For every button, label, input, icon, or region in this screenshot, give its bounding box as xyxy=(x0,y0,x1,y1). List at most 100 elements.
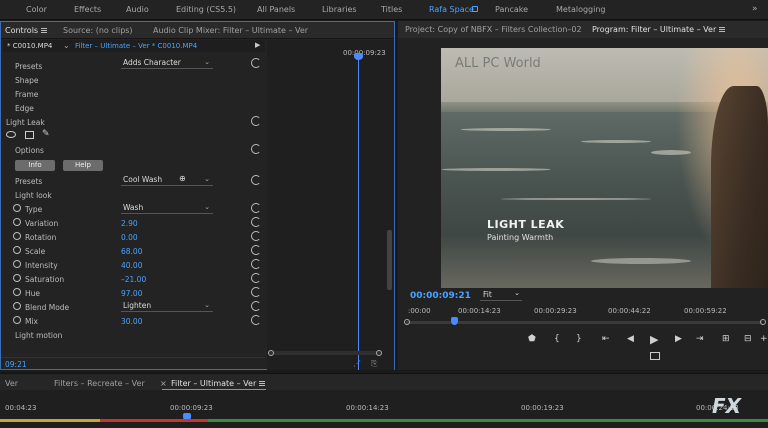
row-shape[interactable]: Shape xyxy=(1,73,265,87)
go-to-in-icon[interactable]: ⇤ xyxy=(602,334,610,344)
vertical-scrollbar[interactable] xyxy=(387,230,392,290)
tab-sequence-ultimate[interactable]: Filter – Ultimate – Ver xyxy=(171,379,266,388)
workspace-tab-color[interactable]: Color xyxy=(26,5,47,14)
fit-dropdown[interactable]: Fit ⌄ xyxy=(480,289,522,301)
ellipse-mask-icon[interactable] xyxy=(6,131,16,138)
program-playhead[interactable] xyxy=(451,317,458,325)
intensity-value[interactable]: 40.00 xyxy=(121,261,142,270)
reset-icon[interactable] xyxy=(251,144,261,154)
video-frame[interactable]: ALL PC World LIGHT LEAK Painting Warmth xyxy=(441,48,768,288)
program-time-ruler[interactable]: :00:00 00:00:14:23 00:00:29:23 00:00:44:… xyxy=(406,303,768,321)
sequence-time-ruler[interactable]: 00:04:23 00:00:09:23 00:00:14:23 00:00:1… xyxy=(0,400,768,416)
reset-icon[interactable] xyxy=(251,259,261,269)
workspace-tab-effects[interactable]: Effects xyxy=(74,5,101,14)
workspace-tab-libraries[interactable]: Libraries xyxy=(322,5,357,14)
filter-icon[interactable]: ⋰ xyxy=(353,359,361,368)
reset-icon[interactable] xyxy=(251,245,261,255)
add-marker-icon[interactable]: ⬟ xyxy=(528,334,536,344)
row-edge[interactable]: Edge xyxy=(1,101,265,115)
pen-mask-icon[interactable]: ✎ xyxy=(42,129,50,139)
tab-sequence-ver[interactable]: Ver xyxy=(5,379,18,388)
tab-controls[interactable]: Controls xyxy=(5,26,48,35)
reset-icon[interactable] xyxy=(251,287,261,297)
panel-menu-icon[interactable] xyxy=(719,27,726,32)
workspace-tab-all-panels[interactable]: All Panels xyxy=(257,5,295,14)
export-icon[interactable]: ⎘ xyxy=(371,359,377,369)
stopwatch-icon[interactable] xyxy=(13,288,21,296)
step-forward-icon[interactable]: ▶ xyxy=(675,334,682,344)
zoom-handle-left[interactable] xyxy=(268,350,274,356)
help-button[interactable]: Help xyxy=(63,160,103,171)
stopwatch-icon[interactable] xyxy=(13,232,21,240)
mark-in-icon[interactable]: { xyxy=(554,334,560,344)
tab-program[interactable]: Program: Filter – Ultimate – Ver xyxy=(592,25,726,34)
reset-icon[interactable] xyxy=(251,301,261,311)
presets-top-dropdown[interactable]: Adds Character ⌄ xyxy=(121,58,213,69)
reset-icon[interactable] xyxy=(251,58,261,68)
rectangle-mask-icon[interactable] xyxy=(25,131,34,139)
row-effect-light-leak[interactable]: Light Leak xyxy=(1,115,265,129)
row-light-motion[interactable]: Light motion xyxy=(1,328,265,342)
insert-icon[interactable]: ⊞ xyxy=(722,334,730,344)
clip-dropdown-chevron-icon[interactable]: ⌄ xyxy=(63,41,70,50)
rotation-value[interactable]: 0.00 xyxy=(121,233,138,242)
mark-out-icon[interactable]: } xyxy=(576,334,582,344)
panel-menu-icon[interactable] xyxy=(41,28,48,33)
reset-icon[interactable] xyxy=(251,315,261,325)
tab-source[interactable]: Source: (no clips) xyxy=(63,26,133,35)
reset-icon[interactable] xyxy=(251,217,261,227)
timeline-scrollbar[interactable] xyxy=(269,351,381,355)
zoom-handle-right[interactable] xyxy=(376,350,382,356)
workspace-tab-titles[interactable]: Titles xyxy=(381,5,402,14)
stopwatch-icon[interactable] xyxy=(13,246,21,254)
row-frame[interactable]: Frame xyxy=(1,87,265,101)
stopwatch-icon[interactable] xyxy=(13,204,21,212)
workspace-menu-icon[interactable] xyxy=(472,6,478,12)
reset-icon[interactable] xyxy=(251,203,261,213)
stopwatch-icon[interactable] xyxy=(13,316,21,324)
reset-icon[interactable] xyxy=(251,116,261,126)
stopwatch-icon[interactable] xyxy=(13,274,21,282)
more-workspaces-icon[interactable]: » xyxy=(752,4,758,14)
hue-value[interactable]: 97.00 xyxy=(121,289,142,298)
workspace-tab-pancake[interactable]: Pancake xyxy=(495,5,528,14)
saturation-value[interactable]: –21.00 xyxy=(121,275,146,284)
overwrite-icon[interactable]: ⊟ xyxy=(744,334,752,344)
current-time[interactable]: 09:21 xyxy=(5,360,27,369)
program-scrub-bar[interactable] xyxy=(404,317,766,325)
collapse-arrow-icon[interactable]: ▶ xyxy=(255,41,260,49)
scale-value[interactable]: 68.00 xyxy=(121,247,142,256)
program-timecode[interactable]: 00:00:09:21 xyxy=(410,291,471,301)
workspace-tab-editing[interactable]: Editing (CS5.5) xyxy=(176,5,236,14)
sequence-clip-label[interactable]: Filter – Ultimate – Ver * C0010.MP4 xyxy=(75,42,197,50)
tab-sequence-recreate[interactable]: Filters – Recreate – Ver xyxy=(54,379,145,388)
mix-value[interactable]: 30.00 xyxy=(121,317,142,326)
zoom-handle-right[interactable] xyxy=(760,319,766,325)
info-button[interactable]: Info xyxy=(15,160,55,171)
tab-project[interactable]: Project: Copy of NBFX – Filters Collecti… xyxy=(405,25,582,34)
go-to-out-icon[interactable]: ⇥ xyxy=(696,334,704,344)
master-clip-label[interactable]: * C0010.MP4 xyxy=(7,42,52,50)
blend-mode-dropdown[interactable]: Lighten ⌄ xyxy=(121,301,213,312)
export-frame-icon[interactable] xyxy=(650,352,660,360)
stopwatch-icon[interactable] xyxy=(13,218,21,226)
reset-icon[interactable] xyxy=(251,231,261,241)
tab-audio-clip-mixer[interactable]: Audio Clip Mixer: Filter – Ultimate – Ve… xyxy=(153,26,308,35)
add-button-icon[interactable]: + xyxy=(760,334,768,344)
play-icon[interactable]: ▶ xyxy=(650,333,658,346)
workspace-tab-audio[interactable]: Audio xyxy=(126,5,149,14)
workspace-tab-metalogging[interactable]: Metalogging xyxy=(556,5,606,14)
presets-dropdown[interactable]: Cool Wash ⌄ xyxy=(121,175,213,186)
stopwatch-icon[interactable] xyxy=(13,260,21,268)
panel-menu-icon[interactable] xyxy=(259,381,266,386)
close-tab-icon[interactable]: × xyxy=(160,379,167,388)
type-dropdown[interactable]: Wash ⌄ xyxy=(121,203,213,214)
reset-icon[interactable] xyxy=(251,273,261,283)
effect-controls-timeline[interactable]: 00:00:09:23 xyxy=(267,40,394,370)
step-back-icon[interactable]: ◀ xyxy=(627,334,634,344)
zoom-handle-left[interactable] xyxy=(404,319,410,325)
workspace-tab-rafa-space[interactable]: Rafa Space xyxy=(429,5,474,14)
variation-value[interactable]: 2.90 xyxy=(121,219,138,228)
reset-icon[interactable] xyxy=(251,175,261,185)
stopwatch-icon[interactable] xyxy=(13,302,21,310)
